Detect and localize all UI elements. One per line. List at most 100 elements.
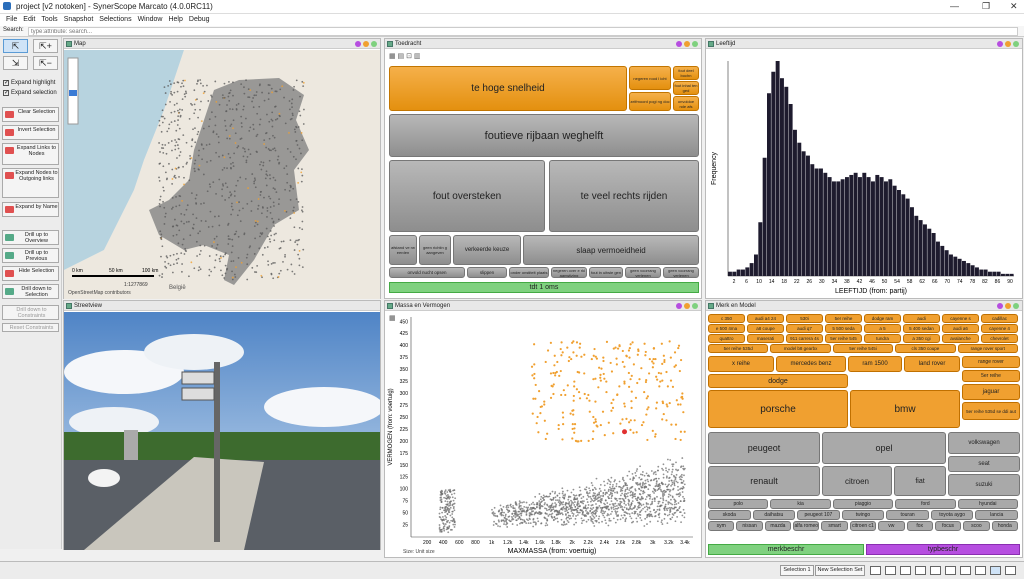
merk-tile[interactable]: maserati — [747, 334, 784, 343]
merk-tile[interactable]: 5 400 sedan — [903, 324, 940, 333]
orange-dot-icon[interactable] — [684, 303, 690, 309]
green-dot-icon[interactable] — [1013, 41, 1019, 47]
expand-links-button[interactable]: Expand Links to Nodes — [2, 143, 59, 165]
merk-tile[interactable]: tundra — [864, 334, 901, 343]
merk-tile[interactable]: audi — [903, 314, 940, 323]
merk-tile[interactable]: alfa romeo — [793, 521, 820, 531]
merk-tile[interactable]: 5er reihe 535d — [708, 344, 769, 353]
treemap-tile[interactable]: te veel rechts rijden — [549, 160, 699, 232]
new-selection-set-button[interactable]: New Selection Set — [815, 565, 865, 576]
treemap-tile[interactable]: verkeerde keuze — [453, 235, 521, 265]
layout-icon[interactable] — [870, 566, 881, 575]
treemap-tile[interactable]: onvold nucht opsen — [389, 267, 465, 278]
menu-snapshot[interactable]: Snapshot — [64, 14, 94, 26]
purple-dot-icon[interactable] — [997, 41, 1003, 47]
treemap-tile[interactable]: geen voorrang verlenen — [625, 267, 661, 278]
merk-tile[interactable]: land rover — [904, 356, 960, 372]
merk-tile[interactable]: peugeot — [708, 432, 820, 464]
drill-up-previous-button[interactable]: Drill up to Previous — [2, 248, 59, 263]
select-down-tool[interactable]: ⇲ — [3, 56, 28, 70]
merk-tile[interactable]: a8 coupe — [747, 324, 784, 333]
merk-tile[interactable]: 911 carrera 4s — [786, 334, 823, 343]
green-dot-icon[interactable] — [692, 303, 698, 309]
merk-tile[interactable]: 5er reihe 545 — [825, 334, 862, 343]
green-dot-icon[interactable] — [692, 41, 698, 47]
merk-tile[interactable]: range rover sport — [957, 344, 1018, 353]
merk-tile[interactable]: chevrolet — [981, 334, 1018, 343]
layout-icon[interactable] — [960, 566, 971, 575]
tab-typbeschr[interactable]: typbeschr — [866, 544, 1020, 555]
merk-tile[interactable]: peugeot 107 — [797, 510, 840, 520]
treemap-tile[interactable]: foutieve rijbaan weghelft — [389, 114, 699, 157]
layout-icon[interactable] — [885, 566, 896, 575]
merk-tile[interactable]: range rover — [962, 356, 1020, 368]
layout-icon[interactable] — [915, 566, 926, 575]
merk-tile[interactable]: smart — [821, 521, 848, 531]
hide-selection-button[interactable]: Hide Selection — [2, 266, 59, 281]
merk-tile[interactable]: c 350 — [708, 314, 745, 323]
menu-debug[interactable]: Debug — [189, 14, 210, 26]
orange-dot-icon[interactable] — [684, 41, 690, 47]
orange-dot-icon[interactable] — [1005, 41, 1011, 47]
merk-tile[interactable]: cayenne 4 — [981, 324, 1018, 333]
selection-dropdown[interactable]: Selection 1 — [780, 565, 814, 576]
merk-tile[interactable]: fox — [906, 521, 933, 531]
merk-tile[interactable]: nissan — [736, 521, 763, 531]
menu-tools[interactable]: Tools — [41, 14, 57, 26]
menu-help[interactable]: Help — [168, 14, 182, 26]
treemap-tile[interactable]: onvoldoe nde afs — [673, 96, 699, 111]
merk-tile[interactable]: avalanche — [942, 334, 979, 343]
merk-tile[interactable]: daihatsu — [752, 510, 796, 520]
treemap-tile[interactable]: negeren rood l icht — [629, 66, 671, 90]
merk-tile[interactable]: touran — [886, 510, 929, 520]
treemap-tile[interactable]: slippen — [467, 267, 507, 278]
merk-tile[interactable]: dodge ram — [864, 314, 901, 323]
merk-tile[interactable]: fiat — [894, 466, 946, 496]
merk-tile[interactable]: volkswagen — [948, 432, 1020, 454]
merk-tile[interactable]: kia — [770, 499, 831, 509]
merk-tile[interactable]: sym — [708, 521, 735, 531]
zoom-handle[interactable] — [69, 90, 77, 96]
merk-tile[interactable]: cayenne s — [942, 314, 979, 323]
purple-dot-icon[interactable] — [676, 303, 682, 309]
select-sub-tool[interactable]: ⇱− — [33, 56, 58, 70]
merk-tile[interactable]: x reihe — [708, 356, 774, 372]
select-tool[interactable]: ⇱ — [3, 39, 28, 53]
merk-tile[interactable]: renault — [708, 466, 820, 496]
purple-dot-icon[interactable] — [355, 41, 361, 47]
clear-selection-button[interactable]: Clear Selection — [2, 107, 59, 122]
expand-selection-checkbox[interactable]: ✓ Expand selection — [3, 90, 57, 96]
merk-tile[interactable]: dodge — [708, 374, 848, 388]
merk-tile[interactable]: 5er reihe — [825, 314, 862, 323]
expand-by-name-button[interactable]: Expand by Name — [2, 202, 59, 217]
expand-nodes-button[interactable]: Expand Nodes to Outgoing links — [2, 168, 59, 198]
merk-tile[interactable]: skoda — [708, 510, 751, 520]
expand-highlight-checkbox[interactable]: ✓ Expand highlight — [3, 80, 55, 86]
merk-tile[interactable]: seat — [948, 456, 1020, 472]
merk-tile[interactable]: e 500 4ma — [708, 324, 745, 333]
map-canvas[interactable]: 1:1277869 0 km 50 km 100 km OpenStreetMa… — [64, 50, 380, 299]
merk-tile[interactable]: quattro — [708, 334, 745, 343]
merk-tile[interactable]: mercedes benz — [776, 356, 846, 372]
purple-dot-icon[interactable] — [997, 303, 1003, 309]
layout-icon[interactable] — [930, 566, 941, 575]
treemap-tile[interactable]: negeren over e rkl aanwijzing — [551, 267, 587, 278]
layout-icon[interactable] — [975, 566, 986, 575]
age-histogram[interactable]: 2 6 10 14 18 22 26 30 34 38 42 46 50 54 58 62 66 70 74 78 82… — [706, 50, 1022, 299]
merk-tile[interactable]: a 350 cgi — [903, 334, 940, 343]
toedracht-footer-tab[interactable]: tdt 1 oms — [389, 282, 699, 293]
merk-tile[interactable]: toyota aygo — [930, 510, 974, 520]
merk-tile[interactable]: 5 500 seda — [825, 324, 862, 333]
merk-tile[interactable]: lancia — [975, 510, 1018, 520]
scatter-plot[interactable]: 200 400 600 800 1k 1.2k 1.4k 1.6k 1.8k 2k 2.2k 2.4k… — [385, 312, 701, 558]
merk-tile[interactable]: audi a6 — [942, 324, 979, 333]
merk-tile[interactable]: 5er reihe — [962, 370, 1020, 382]
merk-tile[interactable]: polo — [708, 499, 769, 509]
treemap-tile[interactable]: fout in uitwie gen — [589, 267, 623, 278]
merk-tile[interactable]: ford — [895, 499, 956, 509]
drill-up-overview-button[interactable]: Drill up to Overview — [2, 230, 59, 245]
purple-dot-icon[interactable] — [676, 41, 682, 47]
merk-tile[interactable]: twingo — [841, 510, 885, 520]
merk-tile[interactable]: 5er reihe 535d se ddi aut — [962, 402, 1020, 420]
treemap-tile[interactable]: slaap vermoeidheid — [523, 235, 699, 265]
